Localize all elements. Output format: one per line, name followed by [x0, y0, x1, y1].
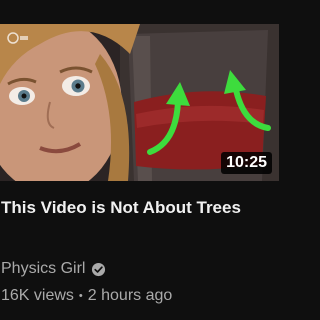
- video-metadata: 16K views • 2 hours ago: [1, 285, 172, 307]
- verified-check-icon: [92, 262, 106, 276]
- video-card[interactable]: 10:25 This Video is Not About Trees Phys…: [0, 0, 294, 320]
- duration-badge: 10:25: [221, 152, 272, 174]
- channel-name: Physics Girl: [1, 260, 86, 277]
- view-count: 16K views: [1, 287, 74, 304]
- video-title[interactable]: This Video is Not About Trees: [1, 196, 261, 220]
- meta-separator: •: [78, 290, 83, 302]
- channel-watermark-icon: [7, 32, 28, 44]
- channel-name-link[interactable]: Physics Girl: [1, 258, 106, 280]
- upload-age: 2 hours ago: [87, 287, 173, 304]
- video-thumbnail[interactable]: 10:25: [0, 24, 279, 181]
